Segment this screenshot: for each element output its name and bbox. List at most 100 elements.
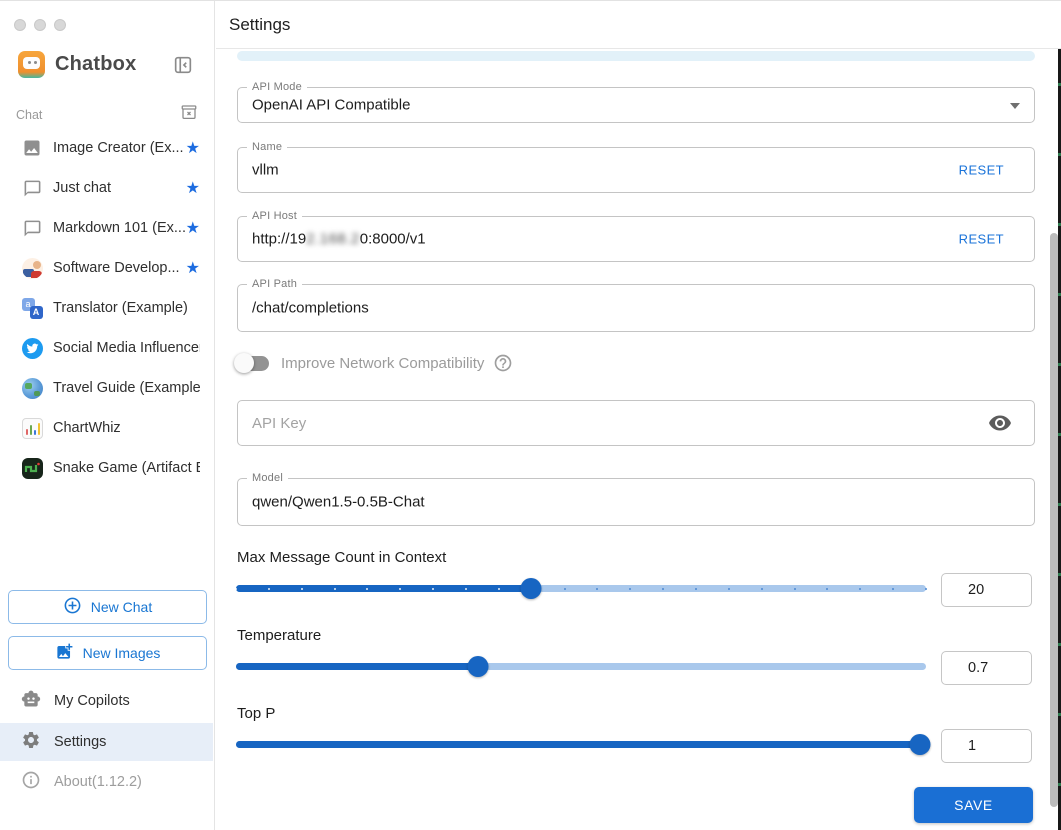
window-controls[interactable] <box>14 19 66 31</box>
star-icon[interactable]: ★ <box>186 178 200 198</box>
settings-panel: Settings API Mode OpenAI API Compatible … <box>216 1 1061 830</box>
image-icon <box>20 138 44 158</box>
network-compatibility-toggle[interactable] <box>234 352 269 373</box>
api-path-field[interactable]: API Path /chat/completions <box>237 278 1035 332</box>
save-button[interactable]: SAVE <box>914 787 1033 823</box>
api-path-label: API Path <box>247 278 303 290</box>
max-message-count-label: Max Message Count in Context <box>237 549 447 566</box>
translator-avatar-icon: aA <box>20 297 44 319</box>
list-item-social-media-influencer[interactable]: Social Media Influencer ... <box>0 328 214 368</box>
page-header: Settings <box>216 1 1061 49</box>
slider-thumb[interactable] <box>467 656 488 677</box>
new-chat-label: New Chat <box>90 599 153 615</box>
max-message-count-value[interactable]: 20 <box>941 573 1032 607</box>
api-mode-label: API Mode <box>247 81 307 93</box>
star-icon[interactable]: ★ <box>186 138 200 158</box>
temperature-slider[interactable] <box>236 656 926 677</box>
api-host-value: http://192.168.20:8000/v1 <box>252 230 426 248</box>
chat-section-label: Chat <box>16 107 43 122</box>
name-field[interactable]: Name vllm RESET <box>237 141 1035 193</box>
bar-chart-avatar-icon <box>20 417 44 439</box>
list-item-chartwhiz[interactable]: ChartWhiz <box>0 408 214 448</box>
chat-section-header: Chat <box>16 103 198 126</box>
top-p-value[interactable]: 1 <box>941 729 1032 763</box>
chatbox-app-window: Chatbox Chat Image Creator (Ex... ★ Just… <box>0 0 1061 830</box>
conversation-list: Image Creator (Ex... ★ Just chat ★ Markd… <box>0 128 214 488</box>
sidebar-item-settings[interactable]: Settings <box>0 723 213 761</box>
api-key-field[interactable] <box>237 400 1035 446</box>
new-chat-button[interactable]: New Chat <box>8 590 207 624</box>
star-icon[interactable]: ★ <box>186 218 200 238</box>
list-item-translator[interactable]: aA Translator (Example) <box>0 288 214 328</box>
temperature-value[interactable]: 0.7 <box>941 651 1032 685</box>
list-item-software-developer[interactable]: Software Develop... ★ <box>0 248 214 288</box>
chat-bubble-icon <box>20 179 44 198</box>
star-icon[interactable]: ★ <box>186 258 200 278</box>
clear-conversations-icon[interactable] <box>180 103 198 126</box>
api-host-reset-button[interactable]: RESET <box>959 232 1004 247</box>
globe-avatar-icon <box>20 377 44 399</box>
list-item-label: Software Develop... <box>53 260 180 276</box>
maximize-window-icon[interactable] <box>54 19 66 31</box>
api-mode-select[interactable]: API Mode OpenAI API Compatible <box>237 81 1035 123</box>
top-p-slider[interactable] <box>236 734 931 755</box>
chat-bubble-icon <box>20 219 44 238</box>
temperature-label: Temperature <box>237 627 322 644</box>
chevron-down-icon[interactable] <box>1010 103 1020 109</box>
slider-thumb[interactable] <box>520 578 542 599</box>
api-mode-value: OpenAI API Compatible <box>252 96 411 114</box>
about-label: About(1.12.2) <box>54 774 142 790</box>
list-item-label: Just chat <box>53 180 112 196</box>
api-host-label: API Host <box>247 210 303 222</box>
info-icon <box>21 770 41 795</box>
network-compatibility-label: Improve Network Compatibility <box>281 354 485 372</box>
list-item-label: Snake Game (Artifact E... <box>53 460 200 476</box>
close-window-icon[interactable] <box>14 19 26 31</box>
new-images-button[interactable]: New Images <box>8 636 207 670</box>
list-item-label: Markdown 101 (Ex... <box>53 220 186 236</box>
top-p-label: Top P <box>237 705 276 722</box>
minimize-window-icon[interactable] <box>34 19 46 31</box>
model-field[interactable]: Model qwen/Qwen1.5-0.5B-Chat <box>237 472 1035 526</box>
name-reset-button[interactable]: RESET <box>959 163 1004 178</box>
sidebar: Chatbox Chat Image Creator (Ex... ★ Just… <box>0 1 215 830</box>
developer-avatar-icon <box>20 257 44 279</box>
add-circle-icon <box>63 596 82 618</box>
name-label: Name <box>247 141 288 153</box>
settings-label: Settings <box>54 734 107 750</box>
chatbox-logo-icon <box>18 51 45 78</box>
name-value: vllm <box>252 161 279 179</box>
collapse-sidebar-icon[interactable] <box>172 54 194 76</box>
list-item-image-creator[interactable]: Image Creator (Ex... ★ <box>0 128 214 168</box>
my-copilots-label: My Copilots <box>54 693 130 709</box>
redacted-host-segment: 2.168.2 <box>306 230 360 248</box>
max-message-count-slider[interactable] <box>235 578 927 599</box>
list-item-label: ChartWhiz <box>53 420 121 436</box>
show-password-eye-icon[interactable] <box>988 411 1012 435</box>
api-host-field[interactable]: API Host http://192.168.20:8000/v1 RESET <box>237 210 1035 262</box>
help-icon[interactable] <box>493 353 513 373</box>
list-item-label: Image Creator (Ex... <box>53 140 184 156</box>
list-item-just-chat[interactable]: Just chat ★ <box>0 168 214 208</box>
slider-thumb[interactable] <box>909 734 931 755</box>
sidebar-item-my-copilots[interactable]: My Copilots <box>0 682 213 720</box>
twitter-bird-icon <box>20 337 44 359</box>
list-item-snake-game[interactable]: Snake Game (Artifact E... <box>0 448 214 488</box>
vertical-scrollbar[interactable] <box>1050 233 1058 807</box>
api-key-input[interactable] <box>252 401 952 445</box>
list-item-label: Social Media Influencer ... <box>53 340 200 356</box>
model-value: qwen/Qwen1.5-0.5B-Chat <box>252 493 425 511</box>
brand: Chatbox <box>18 51 136 78</box>
snake-game-avatar-icon <box>20 457 44 479</box>
list-item-travel-guide[interactable]: Travel Guide (Example) <box>0 368 214 408</box>
gear-icon <box>21 730 41 755</box>
list-item-markdown-101[interactable]: Markdown 101 (Ex... ★ <box>0 208 214 248</box>
list-item-label: Translator (Example) <box>53 300 188 316</box>
sidebar-item-about[interactable]: About(1.12.2) <box>0 763 213 801</box>
page-title: Settings <box>229 14 291 34</box>
model-label: Model <box>247 472 288 484</box>
network-compatibility-row: Improve Network Compatibility <box>234 351 513 375</box>
robot-icon <box>21 689 41 714</box>
add-photo-icon <box>55 642 74 664</box>
list-item-label: Travel Guide (Example) <box>53 380 200 396</box>
